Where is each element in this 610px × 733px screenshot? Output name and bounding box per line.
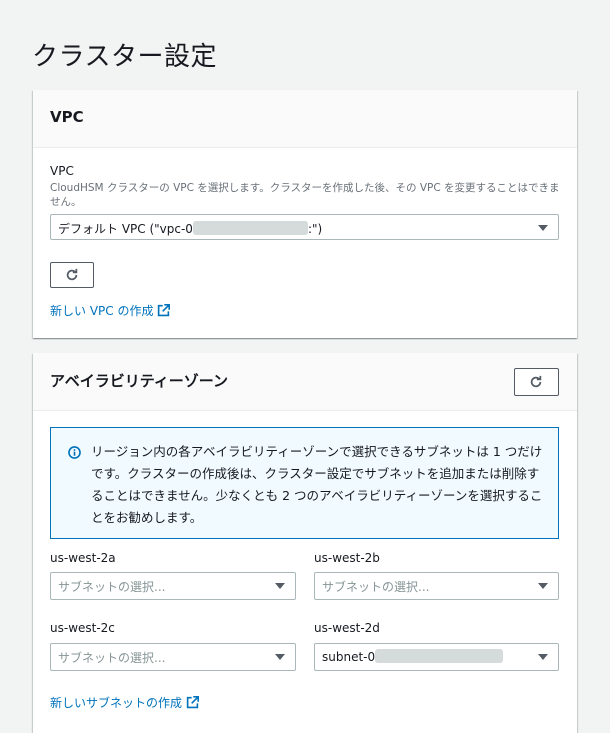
subnet-select-us-west-2a[interactable]: サブネットの選択... — [50, 572, 296, 600]
zone-label-us-west-2d: us-west-2d — [314, 621, 380, 635]
subnet-select-placeholder: サブネットの選択... — [322, 580, 430, 594]
az-panel: アベイラビリティーゾーン リージョン内の各アベイラビリティーゾーンで選択できるサ… — [33, 353, 577, 733]
vpc-select-value-prefix: デフォルト VPC ("vpc-0 — [58, 222, 193, 236]
az-refresh-button[interactable] — [514, 368, 559, 396]
vpc-panel-header: VPC — [33, 90, 577, 148]
vpc-select[interactable]: デフォルト VPC ("vpc-0 :") — [50, 214, 559, 240]
subnet-select-us-west-2b[interactable]: サブネットの選択... — [314, 572, 559, 600]
zone-label-us-west-2a: us-west-2a — [50, 551, 116, 565]
az-panel-title: アベイラビリティーゾーン — [50, 372, 229, 390]
vpc-field-description: CloudHSM クラスターの VPC を選択します。クラスターを作成した後、そ… — [50, 182, 560, 208]
refresh-icon — [530, 375, 542, 388]
info-alert-text: リージョン内の各アベイラビリティーゾーンで選択できるサブネットは 1 つだけです… — [91, 444, 543, 525]
caret-down-icon — [275, 583, 285, 589]
zone-label-us-west-2b: us-west-2b — [314, 551, 380, 565]
subnet-select-value-prefix: subnet-0 — [322, 650, 376, 664]
new-vpc-link-label: 新しい VPC の作成 — [50, 304, 154, 318]
new-subnet-link-label: 新しいサブネットの作成 — [50, 696, 183, 710]
external-link-icon — [186, 696, 200, 709]
vpc-refresh-button[interactable] — [50, 262, 94, 288]
subnet-select-us-west-2c[interactable]: サブネットの選択... — [50, 643, 296, 671]
zone-label-us-west-2c: us-west-2c — [50, 621, 115, 635]
caret-down-icon — [538, 654, 548, 660]
vpc-select-value-suffix: :") — [307, 222, 323, 236]
subnet-select-us-west-2d[interactable]: subnet-0 — [314, 643, 559, 671]
caret-down-icon — [275, 654, 285, 660]
new-subnet-link[interactable]: 新しいサブネットの作成 — [50, 694, 200, 711]
vpc-panel: VPC VPC CloudHSM クラスターの VPC を選択します。クラスター… — [33, 90, 577, 338]
az-panel-header: アベイラビリティーゾーン — [33, 353, 577, 411]
redacted-vpc-id — [192, 221, 308, 235]
caret-down-icon — [538, 225, 548, 231]
subnet-select-placeholder: サブネットの選択... — [58, 580, 166, 594]
vpc-panel-title: VPC — [50, 108, 84, 126]
vpc-field-label: VPC — [50, 164, 74, 178]
page-title: クラスター設定 — [32, 42, 217, 72]
redacted-subnet-id — [375, 649, 504, 663]
info-alert: リージョン内の各アベイラビリティーゾーンで選択できるサブネットは 1 つだけです… — [50, 427, 559, 539]
subnet-select-placeholder: サブネットの選択... — [58, 651, 166, 665]
new-vpc-link[interactable]: 新しい VPC の作成 — [50, 302, 171, 319]
vpc-select-value: デフォルト VPC ("vpc-0 :") — [58, 220, 322, 237]
refresh-icon — [66, 268, 78, 281]
info-icon — [68, 446, 81, 459]
subnet-select-value: subnet-0 — [322, 649, 504, 664]
external-link-icon — [158, 304, 171, 317]
caret-down-icon — [538, 583, 548, 589]
